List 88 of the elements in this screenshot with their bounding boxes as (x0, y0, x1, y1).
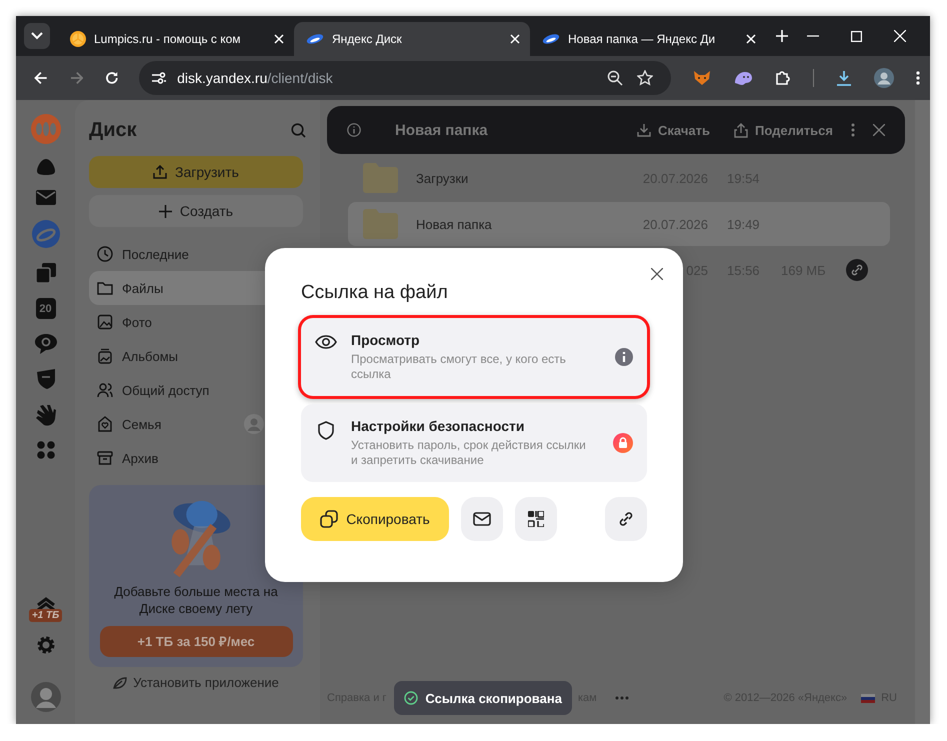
hand-icon[interactable] (36, 404, 56, 426)
citrus-slice-icon (70, 31, 86, 47)
close-icon[interactable] (651, 268, 663, 280)
create-button[interactable]: Создать (89, 195, 303, 227)
scrollbar-track[interactable] (915, 100, 930, 724)
apps-grid-icon[interactable] (36, 441, 54, 459)
archive-icon (97, 450, 113, 466)
download-icon[interactable] (836, 70, 852, 86)
toolbar-title: Новая папка (395, 122, 488, 138)
download-button[interactable]: Скачать (637, 122, 710, 138)
more-icon[interactable] (851, 123, 855, 137)
leaf-icon (113, 676, 128, 688)
maximize-icon[interactable] (851, 30, 862, 42)
check-circle-icon (404, 691, 418, 705)
puzzle-icon[interactable] (775, 70, 792, 86)
chevron-down-icon (31, 32, 43, 40)
option-title: Настройки безопасности (351, 418, 526, 434)
calendar-icon[interactable]: 20 (36, 298, 56, 319)
tab-list-button[interactable] (24, 23, 50, 49)
option-description: Установить пароль, срок действия ссылки и запретить скачивание (351, 438, 587, 468)
link-icon (617, 510, 635, 528)
link-icon[interactable] (846, 259, 868, 281)
upload-icon (153, 165, 168, 179)
option-description: Просматривать смогут все, у кого есть ссылка (351, 352, 567, 382)
new-tab-icon[interactable] (776, 30, 788, 42)
search-icon[interactable] (291, 122, 306, 138)
upload-button[interactable]: Загрузить (89, 156, 303, 188)
chat-bubble-icon[interactable] (34, 334, 56, 354)
plus-icon (158, 204, 172, 218)
saucer-icon (542, 33, 560, 45)
profile-avatar-icon[interactable] (874, 68, 894, 88)
file-name: Новая папка (416, 216, 493, 232)
qr-code-icon (528, 511, 544, 527)
info-icon[interactable] (347, 123, 361, 137)
mail-icon[interactable] (36, 190, 56, 205)
ghost-icon[interactable] (733, 71, 754, 85)
address-bar[interactable]: disk.yandex.ru/client/disk (139, 61, 672, 95)
copy-button[interactable]: Скопировать (301, 497, 449, 541)
url-text: disk.yandex.ru/client/disk (177, 70, 333, 86)
info-icon[interactable] (615, 348, 633, 366)
link-option[interactable]: Настройки безопасности Установить пароль, срок действия ссылки и запретить скачивание (301, 404, 647, 482)
stacked-squares-icon[interactable] (36, 263, 56, 283)
copy-icon (320, 510, 338, 528)
saucer-icon (306, 33, 324, 45)
family-icon (97, 416, 113, 432)
download-icon (637, 123, 652, 137)
avatar-icon (244, 414, 264, 434)
minimize-icon[interactable] (807, 35, 819, 37)
people-icon (97, 382, 113, 398)
qr-code-button[interactable] (515, 497, 557, 541)
shield-icon[interactable] (36, 369, 56, 389)
more-icon[interactable] (614, 696, 629, 700)
share-button[interactable]: Поделиться (734, 122, 833, 138)
browser-tab[interactable]: Lumpics.ru - помощь с ком (58, 22, 294, 56)
photo-icon (97, 314, 113, 330)
star-icon[interactable] (637, 70, 654, 86)
double-chevron-up-icon (36, 597, 54, 611)
sidebar-item[interactable]: Последние (89, 237, 320, 271)
link-button[interactable] (605, 497, 647, 541)
browser-tab[interactable]: Новая папка — Яндекс Ди (530, 22, 766, 56)
promo-text: Добавьте больше места на Диске своему лету (114, 582, 278, 617)
file-name: Загрузки (416, 170, 470, 186)
email-button[interactable] (461, 497, 503, 541)
folder-icon (363, 209, 398, 239)
shield-icon (315, 421, 337, 440)
flag-icon[interactable] (861, 694, 876, 702)
album-icon (97, 348, 113, 364)
zoom-out-icon[interactable] (607, 70, 624, 86)
clock-icon (97, 246, 113, 262)
fox-icon[interactable] (693, 70, 712, 86)
buy-storage-button[interactable]: +1 ТБ за 150 ₽/мес (100, 626, 292, 657)
back-arrow-icon[interactable] (34, 71, 48, 85)
share-icon (734, 122, 748, 138)
eye-icon (315, 335, 337, 349)
site-settings-icon[interactable] (151, 71, 168, 85)
toast-text: Ссылка скопирована (425, 690, 562, 706)
avatar-icon[interactable] (30, 682, 60, 712)
mail-icon (473, 512, 491, 526)
link-option[interactable]: Просмотр Просматривать смогут все, у кого есть ссылка (301, 318, 647, 396)
browser-tab[interactable]: Яндекс Диск (294, 22, 530, 56)
lock-icon[interactable] (613, 433, 633, 453)
sidebar-title: Диск (89, 118, 137, 142)
menu-icon[interactable] (916, 71, 920, 85)
install-app-link[interactable]: Установить приложение (89, 675, 303, 690)
reload-icon[interactable] (105, 71, 120, 85)
folder-icon (97, 280, 113, 296)
settings-icon[interactable] (36, 635, 56, 655)
option-title: Просмотр (351, 332, 421, 348)
